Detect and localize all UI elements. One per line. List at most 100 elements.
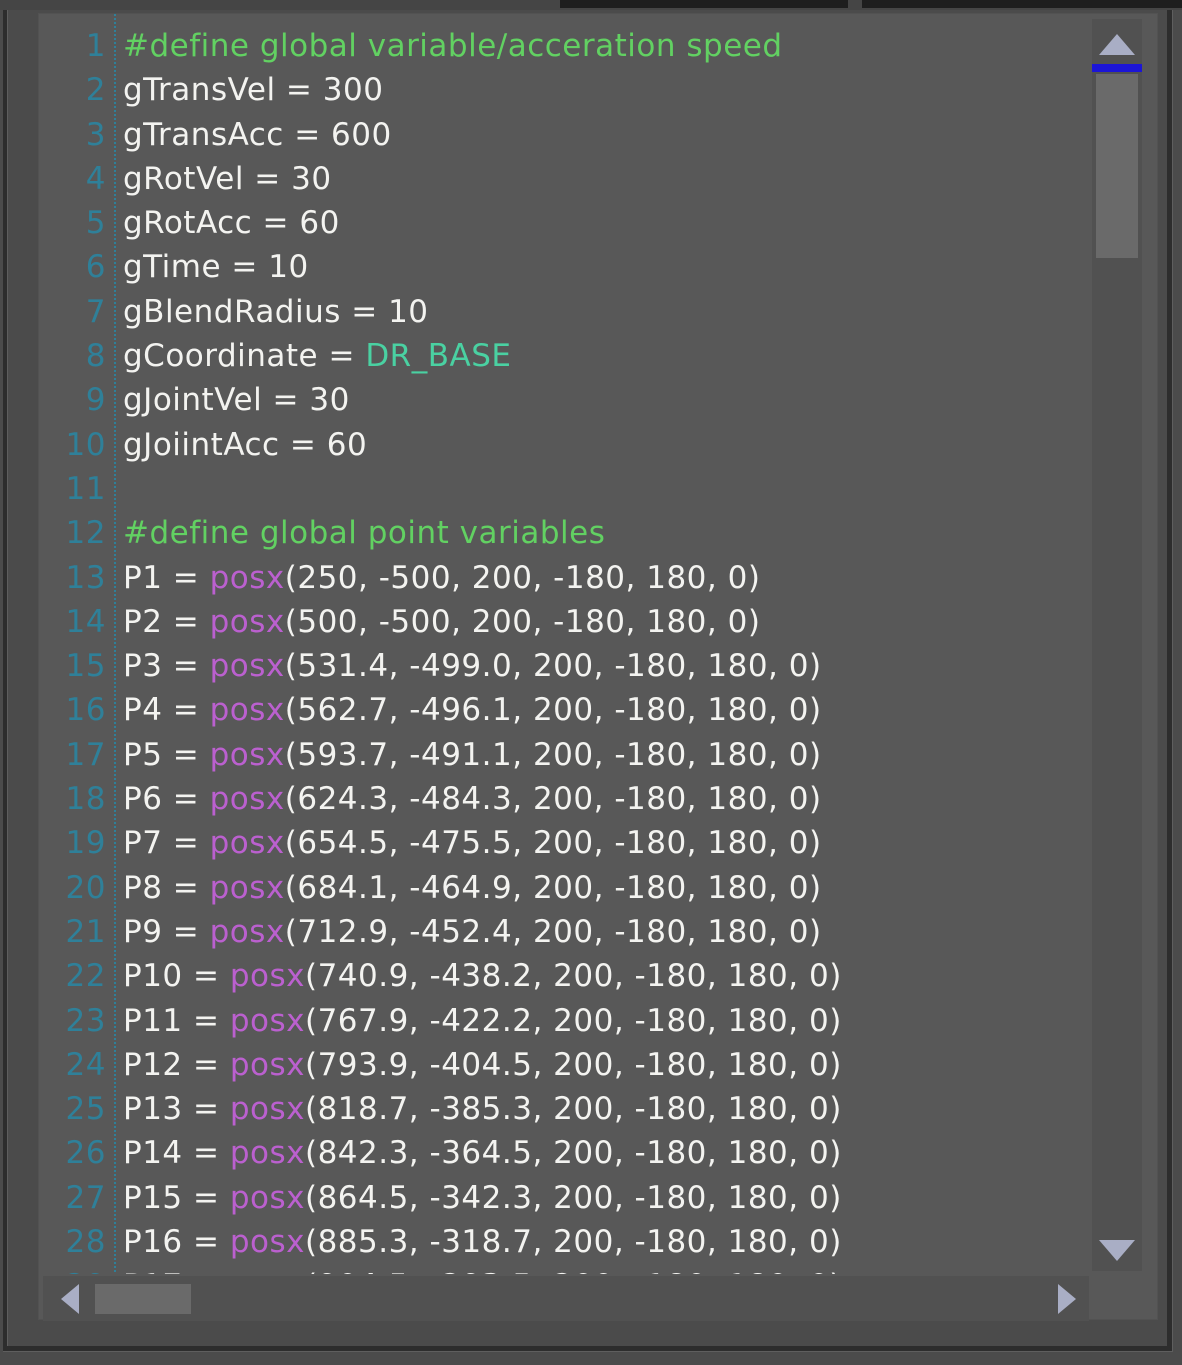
code-line-text: P1 = posx(250, -500, 200, -180, 180, 0) — [114, 556, 760, 600]
code-line: 3gTransAcc = 600 — [39, 113, 1091, 157]
code-line-text: gJointVel = 30 — [114, 378, 350, 422]
code-line: 13P1 = posx(250, -500, 200, -180, 180, 0… — [39, 556, 1091, 600]
line-number: 24 — [39, 1043, 114, 1087]
frame-border-right — [1167, 10, 1172, 1352]
code-line-text: gRotVel = 30 — [114, 157, 332, 201]
code-text-area[interactable]: 1#define global variable/acceration spee… — [39, 14, 1091, 1274]
line-number: 2 — [39, 68, 114, 112]
code-line: 9gJointVel = 30 — [39, 378, 1091, 422]
line-number: 8 — [39, 334, 114, 378]
frame-border-left — [3, 10, 7, 1352]
frame-border-bottom — [3, 1346, 1172, 1351]
code-line-text: P7 = posx(654.5, -475.5, 200, -180, 180,… — [114, 821, 822, 865]
code-line-text: gTransAcc = 600 — [114, 113, 392, 157]
line-number: 18 — [39, 777, 114, 821]
code-line: 29P17 = posx(904.5, -293.5, 200, -180, 1… — [39, 1264, 1091, 1274]
code-line: 14P2 = posx(500, -500, 200, -180, 180, 0… — [39, 600, 1091, 644]
vertical-scrollbar-thumb[interactable] — [1096, 74, 1138, 258]
line-number: 15 — [39, 644, 114, 688]
line-number: 9 — [39, 378, 114, 422]
line-number: 12 — [39, 511, 114, 555]
code-line-text: P11 = posx(767.9, -422.2, 200, -180, 180… — [114, 999, 842, 1043]
code-line-text: P5 = posx(593.7, -491.1, 200, -180, 180,… — [114, 733, 822, 777]
code-line-text: gJoiintAcc = 60 — [114, 423, 367, 467]
line-number: 3 — [39, 113, 114, 157]
horizontal-scrollbar[interactable] — [43, 1276, 1089, 1321]
code-line-text: gTransVel = 300 — [114, 68, 383, 112]
line-number: 28 — [39, 1220, 114, 1264]
code-line-text: P17 = posx(904.5, -293.5, 200, -180, 180… — [114, 1264, 842, 1274]
code-line-text — [114, 467, 123, 511]
code-editor-panel: 1#define global variable/acceration spee… — [38, 13, 1158, 1320]
cutoff-element-right — [862, 0, 1182, 8]
line-number: 25 — [39, 1087, 114, 1131]
code-line: 11 — [39, 467, 1091, 511]
code-line-text: P6 = posx(624.3, -484.3, 200, -180, 180,… — [114, 777, 822, 821]
code-line-text: gCoordinate = DR_BASE — [114, 334, 511, 378]
line-number: 26 — [39, 1131, 114, 1175]
code-line-text: P12 = posx(793.9, -404.5, 200, -180, 180… — [114, 1043, 842, 1087]
line-number: 10 — [39, 423, 114, 467]
code-line: 24P12 = posx(793.9, -404.5, 200, -180, 1… — [39, 1043, 1091, 1087]
code-line-text: P13 = posx(818.7, -385.3, 200, -180, 180… — [114, 1087, 842, 1131]
code-line-text: P4 = posx(562.7, -496.1, 200, -180, 180,… — [114, 688, 822, 732]
code-line: 23P11 = posx(767.9, -422.2, 200, -180, 1… — [39, 999, 1091, 1043]
code-line: 19P7 = posx(654.5, -475.5, 200, -180, 18… — [39, 821, 1091, 865]
line-number: 4 — [39, 157, 114, 201]
code-line: 15P3 = posx(531.4, -499.0, 200, -180, 18… — [39, 644, 1091, 688]
line-number: 11 — [39, 467, 114, 511]
code-line: 4gRotVel = 30 — [39, 157, 1091, 201]
line-number: 6 — [39, 245, 114, 289]
code-line: 7gBlendRadius = 10 — [39, 290, 1091, 334]
code-lines: 1#define global variable/acceration spee… — [39, 24, 1091, 1274]
horizontal-scrollbar-thumb[interactable] — [95, 1284, 191, 1314]
code-line: 25P13 = posx(818.7, -385.3, 200, -180, 1… — [39, 1087, 1091, 1131]
code-line: 6gTime = 10 — [39, 245, 1091, 289]
vertical-scrollbar[interactable] — [1092, 19, 1142, 1271]
code-line: 27P15 = posx(864.5, -342.3, 200, -180, 1… — [39, 1176, 1091, 1220]
code-line-text: #define global variable/acceration speed — [114, 24, 783, 68]
code-line-text: gRotAcc = 60 — [114, 201, 340, 245]
code-line: 22P10 = posx(740.9, -438.2, 200, -180, 1… — [39, 954, 1091, 998]
code-line-text: #define global point variables — [114, 511, 605, 555]
code-line: 10gJoiintAcc = 60 — [39, 423, 1091, 467]
code-line-text: P2 = posx(500, -500, 200, -180, 180, 0) — [114, 600, 760, 644]
line-number: 16 — [39, 688, 114, 732]
line-number: 1 — [39, 24, 114, 68]
line-number: 29 — [39, 1264, 114, 1274]
scroll-down-arrow-icon[interactable] — [1099, 1240, 1135, 1261]
line-number: 27 — [39, 1176, 114, 1220]
line-number: 5 — [39, 201, 114, 245]
code-line-text: P16 = posx(885.3, -318.7, 200, -180, 180… — [114, 1220, 842, 1264]
line-number: 21 — [39, 910, 114, 954]
code-line: 28P16 = posx(885.3, -318.7, 200, -180, 1… — [39, 1220, 1091, 1264]
code-line: 2gTransVel = 300 — [39, 68, 1091, 112]
code-line: 20P8 = posx(684.1, -464.9, 200, -180, 18… — [39, 866, 1091, 910]
code-line: 8gCoordinate = DR_BASE — [39, 334, 1091, 378]
code-line-text: P3 = posx(531.4, -499.0, 200, -180, 180,… — [114, 644, 822, 688]
scroll-right-arrow-icon[interactable] — [1058, 1284, 1076, 1314]
code-line: 18P6 = posx(624.3, -484.3, 200, -180, 18… — [39, 777, 1091, 821]
code-line-text: P14 = posx(842.3, -364.5, 200, -180, 180… — [114, 1131, 842, 1175]
scroll-up-arrow-icon[interactable] — [1099, 34, 1135, 55]
line-number: 14 — [39, 600, 114, 644]
code-line: 5gRotAcc = 60 — [39, 201, 1091, 245]
scroll-position-marker — [1092, 64, 1142, 72]
code-line-text: gBlendRadius = 10 — [114, 290, 429, 334]
code-line-text: P15 = posx(864.5, -342.3, 200, -180, 180… — [114, 1176, 842, 1220]
line-number: 22 — [39, 954, 114, 998]
top-cutoff-strip — [0, 0, 1182, 10]
code-line-text: P10 = posx(740.9, -438.2, 200, -180, 180… — [114, 954, 842, 998]
code-line: 16P4 = posx(562.7, -496.1, 200, -180, 18… — [39, 688, 1091, 732]
code-line: 21P9 = posx(712.9, -452.4, 200, -180, 18… — [39, 910, 1091, 954]
code-line: 17P5 = posx(593.7, -491.1, 200, -180, 18… — [39, 733, 1091, 777]
code-line-text: gTime = 10 — [114, 245, 309, 289]
code-line: 26P14 = posx(842.3, -364.5, 200, -180, 1… — [39, 1131, 1091, 1175]
code-line: 1#define global variable/acceration spee… — [39, 24, 1091, 68]
cutoff-element-left — [560, 0, 848, 8]
line-number: 19 — [39, 821, 114, 865]
code-line: 12#define global point variables — [39, 511, 1091, 555]
code-line-text: P9 = posx(712.9, -452.4, 200, -180, 180,… — [114, 910, 822, 954]
scroll-left-arrow-icon[interactable] — [61, 1284, 79, 1314]
page-root: { "editor": { "syntax_colors": { "commen… — [0, 0, 1182, 1365]
